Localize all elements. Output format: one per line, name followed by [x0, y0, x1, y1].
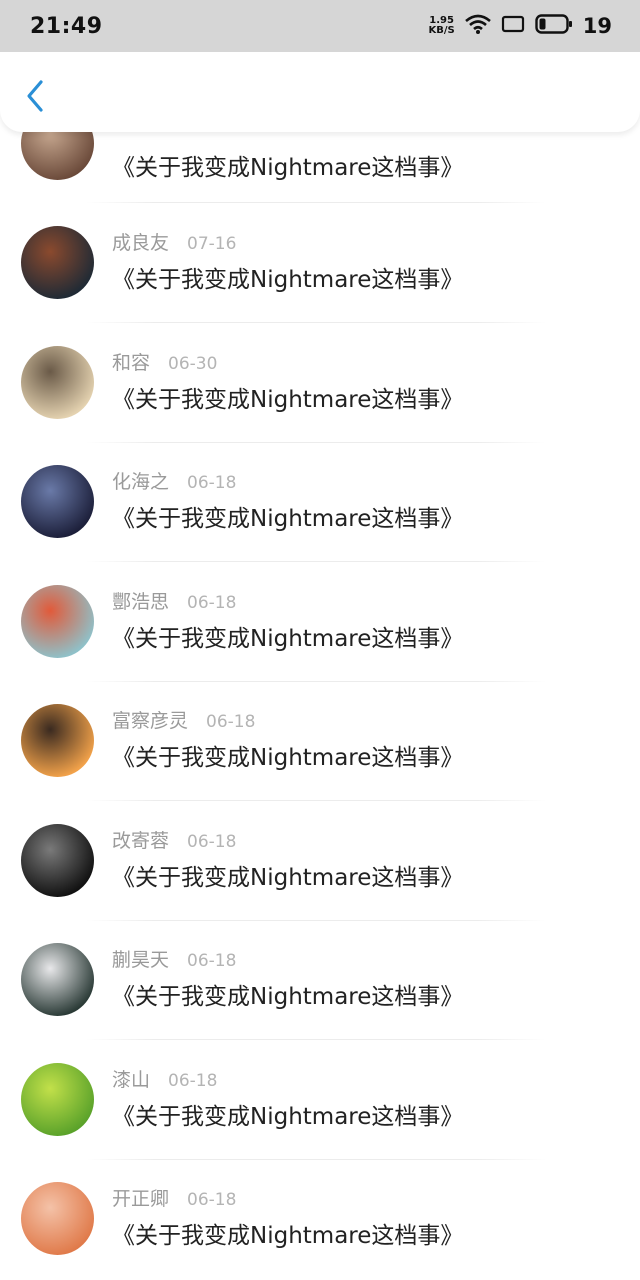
avatar[interactable] [21, 824, 94, 897]
item-date: 06-18 [187, 832, 237, 852]
user-name[interactable]: 酆浩思 [112, 587, 169, 614]
list-item[interactable]: 蒯昊天 06-18 《关于我变成Nightmare这档事》 [0, 943, 640, 1063]
item-date: 06-18 [206, 712, 256, 732]
chevron-left-icon [25, 79, 45, 117]
user-name[interactable]: 蒯昊天 [112, 945, 169, 972]
list-item[interactable]: 漆山 06-18 《关于我变成Nightmare这档事》 [0, 1063, 640, 1183]
avatar[interactable] [21, 226, 94, 299]
divider [86, 1039, 546, 1040]
list-item[interactable]: 改寄蓉 06-18 《关于我变成Nightmare这档事》 [0, 824, 640, 944]
divider [86, 1159, 546, 1160]
net-speed: 1.95 KB/S [429, 16, 455, 36]
divider [86, 800, 546, 801]
item-title: 《关于我变成Nightmare这档事》 [112, 387, 464, 413]
comment-list: 《关于我变成Nightmare这档事》 成良友 07-16 《关于我变成Night… [0, 0, 640, 1280]
nav-bar [0, 52, 640, 132]
battery-level: 19 [582, 14, 612, 38]
user-name[interactable]: 和容 [112, 348, 150, 375]
item-title: 《关于我变成Nightmare这档事》 [112, 865, 464, 891]
avatar[interactable] [21, 1182, 94, 1255]
avatar[interactable] [21, 704, 94, 777]
item-date: 06-18 [187, 593, 237, 613]
battery-icon [535, 13, 573, 39]
item-date: 06-18 [187, 1190, 237, 1210]
divider [86, 322, 546, 323]
status-icons: 1.95 KB/S 19 [429, 13, 612, 39]
user-name[interactable]: 开正卿 [112, 1184, 169, 1211]
list-item[interactable]: 化海之 06-18 《关于我变成Nightmare这档事》 [0, 465, 640, 585]
item-title: 《关于我变成Nightmare这档事》 [112, 1223, 464, 1249]
item-date: 06-18 [187, 951, 237, 971]
item-date: 06-30 [168, 354, 218, 374]
avatar[interactable] [21, 943, 94, 1016]
status-bar: 21:49 1.95 KB/S 19 [0, 0, 640, 52]
list-item[interactable]: 富察彦灵 06-18 《关于我变成Nightmare这档事》 [0, 704, 640, 824]
divider [86, 442, 546, 443]
item-date: 06-18 [168, 1071, 218, 1091]
item-date: 07-16 [187, 234, 237, 254]
divider [86, 202, 546, 203]
list-item[interactable]: 酆浩思 06-18 《关于我变成Nightmare这档事》 [0, 585, 640, 705]
divider [86, 681, 546, 682]
list-item[interactable]: 开正卿 06-18 《关于我变成Nightmare这档事》 [0, 1182, 640, 1280]
net-speed-unit: KB/S [428, 25, 455, 36]
divider [86, 561, 546, 562]
user-name[interactable]: 漆山 [112, 1065, 150, 1092]
user-name[interactable]: 改寄蓉 [112, 826, 169, 853]
item-title: 《关于我变成Nightmare这档事》 [112, 745, 464, 771]
item-title: 《关于我变成Nightmare这档事》 [112, 1104, 464, 1130]
avatar[interactable] [21, 346, 94, 419]
screen-icon [501, 14, 525, 38]
item-date: 06-18 [187, 473, 237, 493]
back-button[interactable] [18, 78, 52, 118]
item-title: 《关于我变成Nightmare这档事》 [112, 626, 464, 652]
user-name[interactable]: 富察彦灵 [112, 706, 188, 733]
item-title: 《关于我变成Nightmare这档事》 [112, 984, 464, 1010]
wifi-icon [464, 14, 491, 38]
list-item[interactable]: 和容 06-30 《关于我变成Nightmare这档事》 [0, 346, 640, 466]
avatar[interactable] [21, 465, 94, 538]
item-title: 《关于我变成Nightmare这档事》 [112, 155, 464, 181]
user-name[interactable]: 化海之 [112, 467, 169, 494]
user-name[interactable]: 成良友 [112, 228, 169, 255]
list-item[interactable]: 成良友 07-16 《关于我变成Nightmare这档事》 [0, 226, 640, 346]
avatar[interactable] [21, 585, 94, 658]
item-title: 《关于我变成Nightmare这档事》 [112, 506, 464, 532]
avatar[interactable] [21, 1063, 94, 1136]
status-time: 21:49 [30, 13, 103, 39]
item-title: 《关于我变成Nightmare这档事》 [112, 267, 464, 293]
divider [86, 920, 546, 921]
